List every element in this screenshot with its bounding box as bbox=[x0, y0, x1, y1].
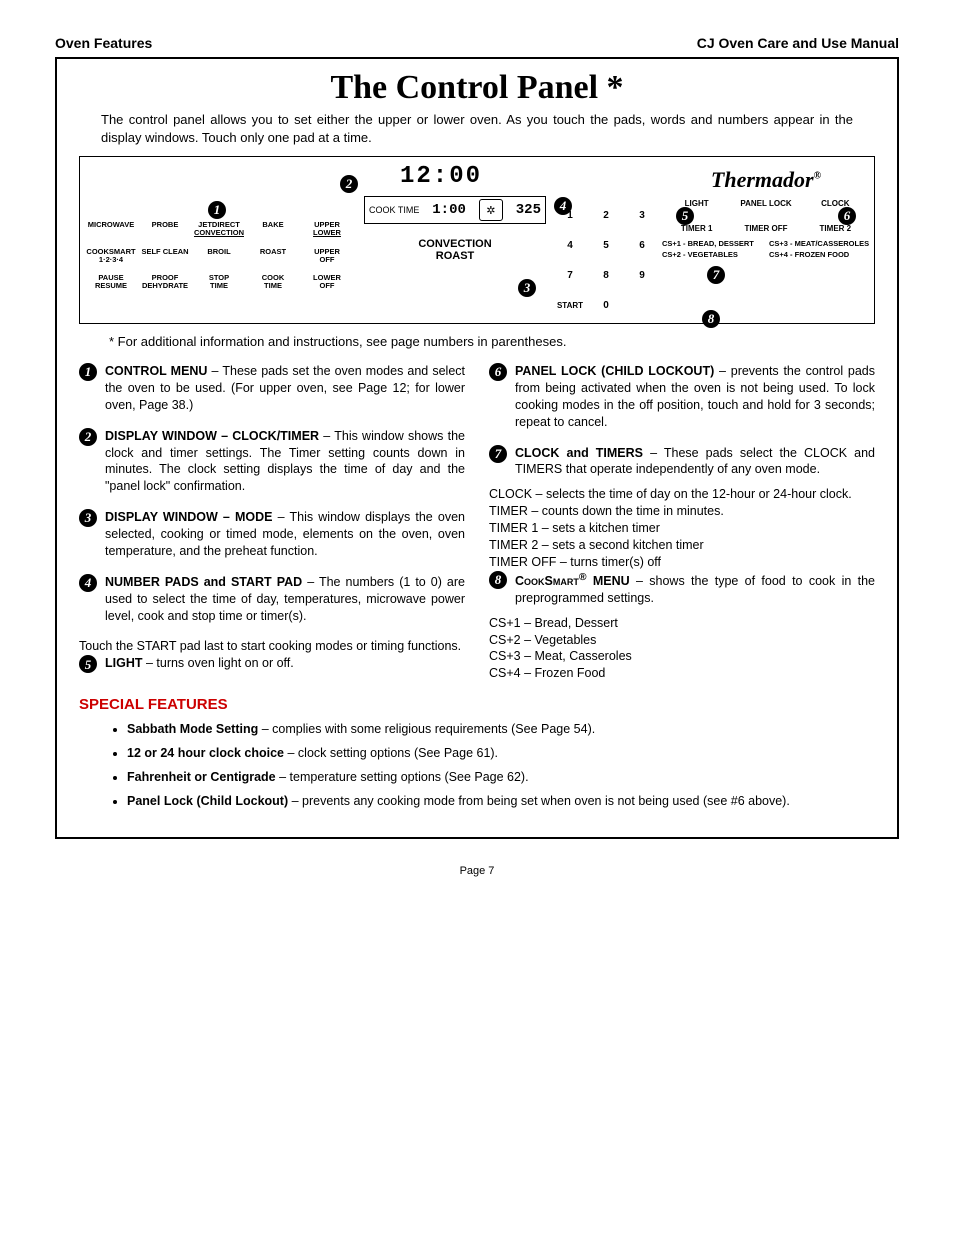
callout-1: 1 bbox=[208, 201, 226, 219]
pad-cook-time: COOK TIME bbox=[246, 272, 300, 293]
descriptions: 1 CONTROL MENU – These pads set the oven… bbox=[79, 363, 875, 682]
mode-display: COOK TIME 1:00 ✲ 325 bbox=[364, 196, 546, 224]
desc-7: 7 CLOCK and TIMERS – These pads select t… bbox=[489, 445, 875, 479]
callout-4: 4 bbox=[554, 197, 572, 215]
fan-icon: ✲ bbox=[479, 199, 503, 221]
desc-8: 8 CookSmart® MENU – shows the type of fo… bbox=[489, 571, 875, 607]
desc-2: 2 DISPLAY WINDOW – CLOCK/TIMER – This wi… bbox=[79, 428, 465, 496]
key-7: 7 bbox=[558, 263, 582, 287]
page-header: Oven Features CJ Oven Care and Use Manua… bbox=[55, 35, 899, 51]
special-item: Sabbath Mode Setting – complies with som… bbox=[127, 719, 875, 739]
pad-upper-lower: UPPERLOWER bbox=[300, 219, 354, 240]
control-menu-pads: MICROWAVE PROBE JETDIRECTCONVECTION BAKE… bbox=[84, 163, 354, 317]
pad-broil: BROIL bbox=[192, 246, 246, 267]
page-title: The Control Panel * bbox=[79, 69, 875, 107]
pad-upper-off: UPPER OFF bbox=[300, 246, 354, 267]
label-timer-2: TIMER 2 bbox=[801, 224, 870, 233]
key-3: 3 bbox=[630, 203, 654, 227]
main-content-box: The Control Panel * The control panel al… bbox=[55, 57, 899, 839]
label-panel-lock: PANEL LOCK bbox=[731, 199, 800, 208]
pad-microwave: MICROWAVE bbox=[84, 219, 138, 240]
key-6: 6 bbox=[630, 233, 654, 257]
cook-time-label: COOK TIME bbox=[369, 205, 419, 215]
descriptions-left: 1 CONTROL MENU – These pads set the oven… bbox=[79, 363, 465, 682]
desc-4-cont: Touch the START pad last to start cookin… bbox=[79, 638, 465, 655]
pad-probe: PROBE bbox=[138, 219, 192, 240]
cooksmart-legend: CS+1 - BREAD, DESSERT CS+3 - MEAT/CASSER… bbox=[662, 239, 870, 259]
intro-paragraph: The control panel allows you to set eith… bbox=[101, 111, 853, 146]
cs4: CS+4 - FROZEN FOOD bbox=[769, 250, 870, 259]
page-number: Page 7 bbox=[55, 865, 899, 877]
desc-6: 6 PANEL LOCK (CHILD LOCKOUT) – prevents … bbox=[489, 363, 875, 431]
special-item: Fahrenheit or Centigrade – temperature s… bbox=[127, 767, 875, 787]
control-panel-diagram: 1 2 3 4 5 6 7 8 MICROWAVE PROBE JETDIREC… bbox=[79, 156, 875, 324]
right-panel: Thermador® LIGHT PANEL LOCK CLOCK TIMER … bbox=[662, 163, 870, 317]
cook-time-value: 1:00 bbox=[432, 202, 466, 218]
cs1: CS+1 - BREAD, DESSERT bbox=[662, 239, 763, 248]
key-0: 0 bbox=[594, 293, 618, 317]
special-features-heading: SPECIAL FEATURES bbox=[79, 696, 875, 713]
label-timer-off: TIMER OFF bbox=[731, 224, 800, 233]
desc-4: 4 NUMBER PADS and START PAD – The number… bbox=[79, 574, 465, 625]
pad-cooksmart: COOKSMART 1·2·3·4 bbox=[84, 246, 138, 267]
cs3: CS+3 - MEAT/CASSEROLES bbox=[769, 239, 870, 248]
header-left: Oven Features bbox=[55, 35, 152, 51]
number-keypad: 1 2 3 4 5 6 7 8 9 START 0 bbox=[556, 163, 656, 317]
pad-lower-off: LOWER OFF bbox=[300, 272, 354, 293]
key-5: 5 bbox=[594, 233, 618, 257]
callout-7: 7 bbox=[707, 266, 725, 284]
desc-7-cont1: CLOCK – selects the time of day on the 1… bbox=[489, 486, 875, 503]
key-start: START bbox=[558, 293, 582, 317]
label-timer-1: TIMER 1 bbox=[662, 224, 731, 233]
desc-3: 3 DISPLAY WINDOW – MODE – This window di… bbox=[79, 509, 465, 560]
desc-8-cont: CS+1 – Bread, Dessert CS+2 – Vegetables … bbox=[489, 615, 875, 683]
pad-proof-dehydrate: PROOF DEHYDRATE bbox=[138, 272, 192, 293]
key-2: 2 bbox=[594, 203, 618, 227]
special-item: 12 or 24 hour clock choice – clock setti… bbox=[127, 743, 875, 763]
pad-jetdirect-convection: JETDIRECTCONVECTION bbox=[192, 219, 246, 240]
desc-7-cont2: TIMER – counts down the time in minutes. bbox=[489, 503, 875, 520]
desc-1: 1 CONTROL MENU – These pads set the oven… bbox=[79, 363, 465, 414]
pad-stop-time: STOP TIME bbox=[192, 272, 246, 293]
callout-2: 2 bbox=[340, 175, 358, 193]
mode-name: CONVECTION ROAST bbox=[360, 238, 550, 262]
desc-7-cont3: TIMER 1 – sets a kitchen timer TIMER 2 –… bbox=[489, 520, 875, 571]
label-clock: CLOCK bbox=[801, 199, 870, 208]
key-8: 8 bbox=[594, 263, 618, 287]
key-9: 9 bbox=[630, 263, 654, 287]
pad-bake: BAKE bbox=[246, 219, 300, 240]
brand-logo: Thermador® bbox=[662, 167, 870, 193]
pad-roast: ROAST bbox=[246, 246, 300, 267]
cs2: CS+2 - VEGETABLES bbox=[662, 250, 763, 259]
callout-8: 8 bbox=[702, 310, 720, 328]
special-features-list: Sabbath Mode Setting – complies with som… bbox=[109, 719, 875, 811]
label-light: LIGHT bbox=[662, 199, 731, 208]
pad-self-clean: SELF CLEAN bbox=[138, 246, 192, 267]
pad-pause-resume: PAUSE RESUME bbox=[84, 272, 138, 293]
header-right: CJ Oven Care and Use Manual bbox=[697, 35, 899, 51]
footnote: * For additional information and instruc… bbox=[109, 334, 875, 349]
special-item: Panel Lock (Child Lockout) – prevents an… bbox=[127, 791, 875, 811]
temp-value: 325 bbox=[516, 202, 541, 218]
key-4: 4 bbox=[558, 233, 582, 257]
callout-3: 3 bbox=[518, 279, 536, 297]
descriptions-right: 6 PANEL LOCK (CHILD LOCKOUT) – prevents … bbox=[489, 363, 875, 682]
clock-display: 12:00 bbox=[360, 163, 550, 190]
desc-5: 5 LIGHT – turns oven light on or off. bbox=[79, 655, 465, 673]
